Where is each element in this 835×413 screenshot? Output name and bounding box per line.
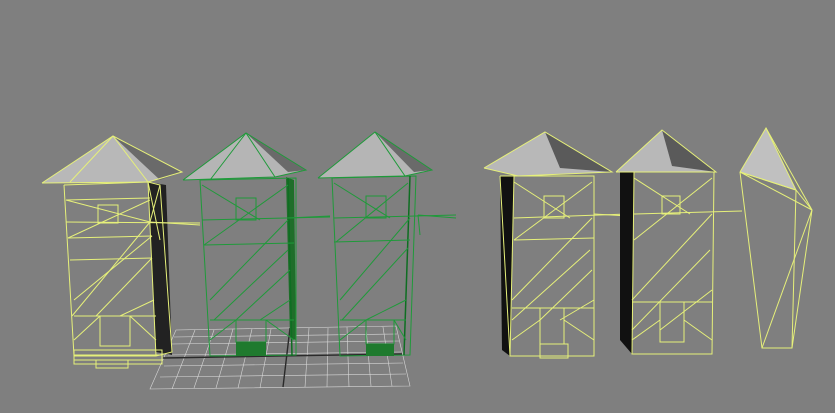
base-steps — [73, 349, 163, 365]
base-steps — [236, 342, 266, 356]
tower-lod0-center[interactable] — [182, 132, 331, 357]
base-steps — [366, 344, 394, 356]
tower-lod4[interactable] — [739, 126, 813, 349]
tower-lod1[interactable] — [317, 131, 457, 357]
3d-viewport[interactable] — [0, 0, 835, 413]
tower-lod3[interactable] — [615, 129, 743, 355]
viewport-canvas[interactable] — [0, 0, 835, 413]
roof-face — [183, 133, 306, 180]
ground-grid — [149, 325, 411, 390]
tower-lod2[interactable] — [483, 131, 629, 359]
tower-lod0-left[interactable] — [41, 135, 201, 369]
